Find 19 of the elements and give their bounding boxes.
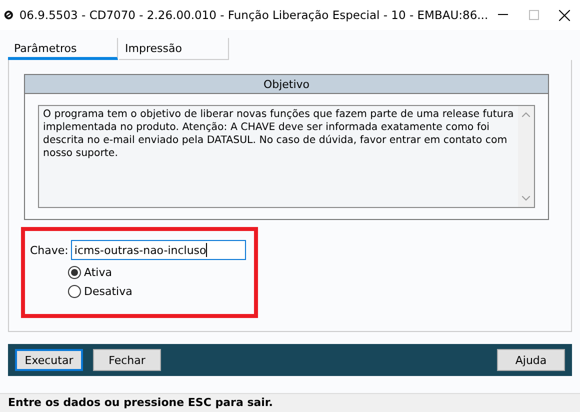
status-bar: Entre os dados ou pressione ESC para sair. <box>0 393 580 412</box>
radio-label: Ativa <box>84 266 112 279</box>
minimize-icon[interactable] <box>498 14 508 16</box>
action-button[interactable]: Ajuda <box>497 349 565 371</box>
radio-label: Desativa <box>84 285 132 298</box>
radio-button[interactable] <box>68 266 81 279</box>
radio-button[interactable] <box>68 285 81 298</box>
objective-text-area[interactable] <box>38 105 535 208</box>
close-icon[interactable] <box>559 10 570 20</box>
tab[interactable]: Parâmetros <box>8 38 118 60</box>
app-logo-icon <box>4 8 14 22</box>
window-title: 06.9.5503 - CD7070 - 2.26.00.010 - Função Liberação Especial - 10 - EMBAU:86... <box>19 8 488 22</box>
objective-text: O programa tem o objetivo de liberar novas funções que fazem parte de uma release futura implementada no produto. Atenção: A CHAVE deve ser informada exatamente como foi descrita no e-mail enviado pela DATASUL. No caso de dúvida, favor entrar em contato com nosso suporte. <box>42 108 515 161</box>
key-label: Chave: <box>30 244 68 256</box>
tab[interactable]: Impressão <box>119 38 229 60</box>
key-input[interactable]: icms-outras-nao-incluso <box>71 240 246 260</box>
action-button[interactable]: Fechar <box>93 349 161 371</box>
action-button[interactable]: Executar <box>15 349 83 371</box>
frame-title: Objetivo <box>25 75 548 94</box>
